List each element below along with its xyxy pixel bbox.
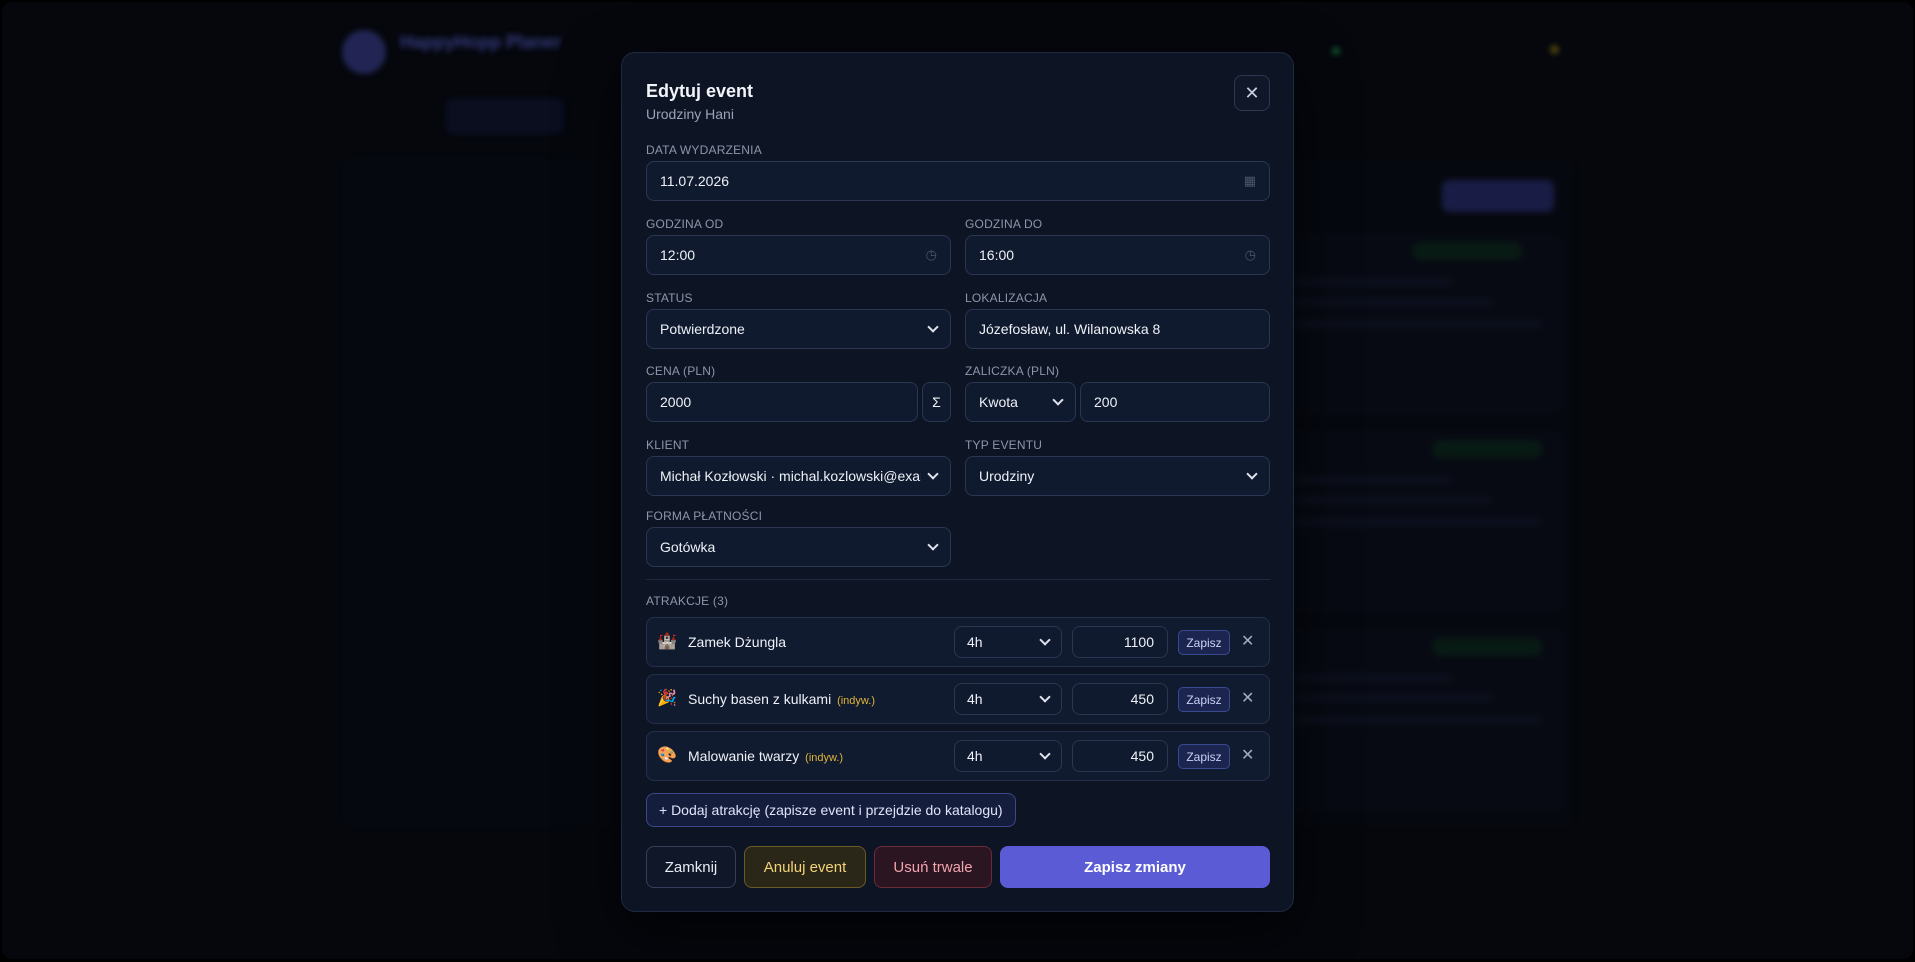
client-label: KLIENT [646, 438, 690, 452]
location-input[interactable]: Józefosław, ul. Wilanowska 8 [965, 309, 1270, 349]
new-event-button[interactable] [1442, 180, 1554, 212]
event-type-select[interactable]: Urodziny [965, 456, 1270, 496]
attractions-header: ATRAKCJE (3) [646, 594, 729, 608]
attraction-name: Suchy basen z kulkami (indyw.) [688, 691, 875, 707]
time-from-label: GODZINA OD [646, 217, 724, 231]
remove-attraction-icon[interactable]: ✕ [1241, 745, 1254, 765]
payment-label: FORMA PŁATNOŚCI [646, 509, 763, 523]
attraction-save-button[interactable]: Zapisz [1178, 744, 1230, 769]
event-type-label: TYP EVENTU [965, 438, 1043, 452]
status-badge [1432, 638, 1542, 656]
remove-attraction-icon[interactable]: ✕ [1241, 688, 1254, 708]
attraction-row: 🎨 Malowanie twarzy (indyw.) 4h 450 Zapis… [646, 731, 1270, 781]
client-select[interactable]: Michał Kozłowski · michal.kozlowski@exam… [646, 456, 951, 496]
castle-icon: 🏰 [657, 633, 677, 650]
price-label: CENA (PLN) [646, 364, 716, 378]
card-line [1292, 496, 1492, 504]
connection-status [1332, 44, 1348, 58]
attraction-duration-select[interactable]: 4h [954, 626, 1062, 658]
deposit-amount-input[interactable]: 200 [1080, 382, 1270, 422]
card-line [1292, 298, 1492, 306]
cancel-event-button[interactable]: Anuluj event [744, 846, 866, 888]
clock-icon[interactable]: ◷ [1245, 247, 1256, 263]
sum-button[interactable]: Σ [922, 382, 951, 422]
close-modal-button[interactable]: Zamknij [646, 846, 736, 888]
attraction-duration-select[interactable]: 4h [954, 683, 1062, 715]
save-changes-button[interactable]: Zapisz zmiany [1000, 846, 1270, 888]
status-label: STATUS [646, 291, 693, 305]
card-line [1292, 476, 1452, 484]
price-input[interactable]: 2000 [646, 382, 918, 422]
calendar-icon[interactable]: ▦ [1244, 173, 1256, 189]
attraction-duration-select[interactable]: 4h [954, 740, 1062, 772]
date-label: DATA WYDARZENIA [646, 143, 762, 157]
clock-icon[interactable]: ◷ [926, 247, 937, 263]
attraction-price-input[interactable]: 450 [1072, 683, 1168, 715]
time-to-label: GODZINA DO [965, 217, 1043, 231]
attraction-row: 🎉 Suchy basen z kulkami (indyw.) 4h 450 … [646, 674, 1270, 724]
sigma-icon: Σ [932, 394, 941, 410]
deposit-label: ZALICZKA (PLN) [965, 364, 1060, 378]
attraction-name: Malowanie twarzy (indyw.) [688, 748, 844, 764]
app-title: HappyHopp Planer [400, 32, 562, 52]
location-label: LOKALIZACJA [965, 291, 1048, 305]
date-input[interactable]: 11.07.2026 ▦ [646, 161, 1270, 201]
attraction-price-input[interactable]: 450 [1072, 740, 1168, 772]
deposit-type-select[interactable]: Kwota [965, 382, 1076, 422]
attraction-row: 🏰 Zamek Dżungla 4h 1100 Zapisz ✕ [646, 617, 1270, 667]
card-line [1292, 694, 1492, 702]
attraction-save-button[interactable]: Zapisz [1178, 687, 1230, 712]
modal-title: Edytuj event [646, 81, 754, 101]
card-line [1292, 518, 1542, 526]
delete-event-button[interactable]: Usuń trwale [874, 846, 992, 888]
status-badge [1412, 242, 1522, 260]
card-line [1292, 320, 1542, 328]
tab-events[interactable] [346, 98, 378, 134]
card-line [1292, 716, 1542, 724]
notification-dot [1550, 45, 1559, 54]
status-select[interactable]: Potwierdzone [646, 309, 951, 349]
close-button[interactable]: ✕ [1234, 75, 1270, 111]
tab-other[interactable] [582, 98, 614, 134]
palette-icon: 🎨 [657, 747, 677, 764]
add-attraction-button[interactable]: + Dodaj atrakcję (zapisze event i przejd… [646, 793, 1016, 827]
status-badge [1432, 440, 1542, 458]
party-icon: 🎉 [657, 690, 677, 707]
attraction-price-input[interactable]: 1100 [1072, 626, 1168, 658]
edit-event-modal: Edytuj event Urodziny Hani ✕ DATA WYDARZ… [621, 52, 1294, 912]
payment-select[interactable]: Gotówka [646, 527, 951, 567]
card-line [1292, 674, 1452, 682]
time-to-input[interactable]: 16:00 ◷ [965, 235, 1270, 275]
app-logo [342, 30, 386, 74]
close-icon: ✕ [1244, 82, 1260, 103]
card-line [1292, 278, 1452, 286]
time-from-input[interactable]: 12:00 ◷ [646, 235, 951, 275]
attraction-name: Zamek Dżungla [688, 634, 787, 650]
section-divider [646, 579, 1270, 580]
modal-subtitle: Urodziny Hani [646, 106, 734, 122]
remove-attraction-icon[interactable]: ✕ [1241, 631, 1254, 651]
tab-calendar[interactable] [446, 98, 564, 134]
attraction-save-button[interactable]: Zapisz [1178, 630, 1230, 655]
